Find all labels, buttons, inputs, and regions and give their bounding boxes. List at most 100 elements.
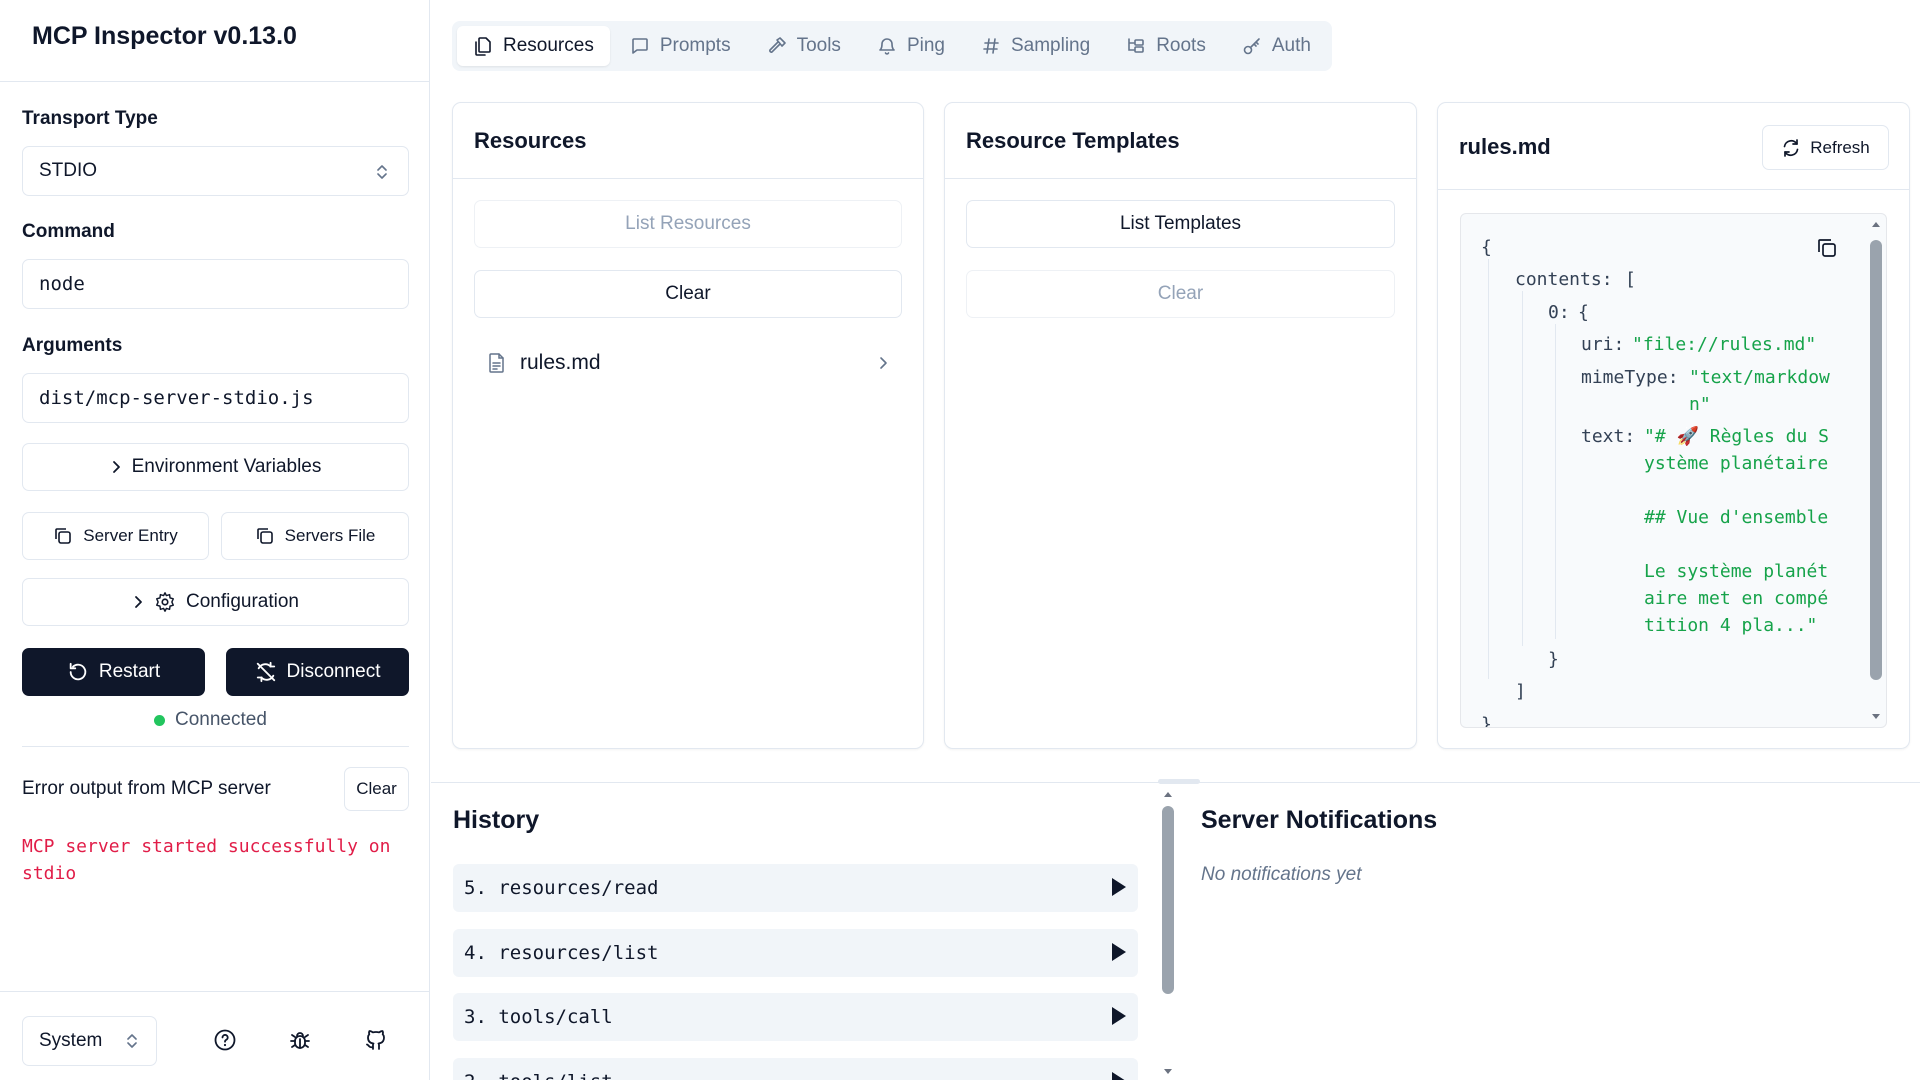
tab-ping-label: Ping [906, 35, 945, 56]
json-key-mimetype: mimeType: [1581, 367, 1679, 388]
github-icon[interactable] [364, 1028, 388, 1052]
restart-label: Restart [98, 661, 161, 682]
tab-roots[interactable]: Roots [1110, 26, 1222, 66]
copy-icon[interactable] [1816, 237, 1838, 259]
bug-icon[interactable] [288, 1028, 312, 1052]
error-output-label: Error output from MCP server [22, 778, 271, 799]
server-entry-button[interactable]: Server Entry [22, 512, 209, 560]
scroll-down-arrow-icon[interactable] [1163, 1068, 1173, 1076]
resource-templates-panel: Resource Templates List Templates Clear [944, 102, 1417, 749]
clear-resources-button[interactable]: Clear [474, 270, 902, 318]
status-dot [154, 714, 165, 726]
resources-panel: Resources List Resources Clear rules.md [452, 102, 924, 749]
json-brace: { [1578, 302, 1589, 323]
chevron-right-icon [132, 595, 144, 609]
expand-triangle-icon [1112, 1007, 1126, 1025]
tab-sampling[interactable]: Sampling [965, 26, 1106, 66]
file-copy-icon [473, 36, 493, 56]
detail-panel-title: rules.md [1459, 134, 1551, 159]
indent-guide [1555, 324, 1556, 639]
sidebar-divider [0, 81, 430, 82]
restart-button[interactable]: Restart [22, 648, 205, 696]
tab-resources-label: Resources [503, 35, 594, 56]
history-item-label: 5. resources/read [464, 877, 659, 899]
history-scrollbar[interactable] [1162, 806, 1174, 994]
command-value: node [39, 273, 85, 295]
bell-icon [877, 36, 897, 56]
json-key-uri: uri: [1581, 334, 1625, 355]
json-value-text-cont: Le système planét [1644, 561, 1829, 582]
transport-type-select[interactable]: STDIO [22, 146, 409, 196]
json-value-uri: "file://rules.md" [1632, 334, 1817, 355]
arguments-value: dist/mcp-server-stdio.js [39, 387, 314, 409]
connection-status: Connected [154, 709, 267, 731]
scroll-up-arrow-icon[interactable] [1871, 220, 1881, 228]
error-clear-button[interactable]: Clear [344, 767, 409, 811]
chevrons-up-down-icon [126, 1032, 138, 1050]
divider [1438, 189, 1909, 190]
tab-prompts[interactable]: Prompts [614, 26, 747, 66]
disconnect-button[interactable]: Disconnect [226, 648, 409, 696]
tab-ping[interactable]: Ping [861, 26, 961, 66]
server-entry-label: Server Entry [83, 526, 178, 545]
list-resources-button[interactable]: List Resources [474, 200, 902, 248]
status-text: Connected [175, 709, 267, 730]
divider [0, 991, 430, 992]
scroll-up-arrow-icon[interactable] [1163, 790, 1173, 798]
resources-panel-title: Resources [474, 128, 587, 153]
json-close-brace: } [1481, 714, 1492, 728]
resize-handle[interactable] [1158, 779, 1200, 784]
scroll-down-arrow-icon[interactable] [1871, 713, 1881, 721]
copy-icon [255, 526, 275, 546]
json-open-brace: { [1481, 237, 1492, 258]
transport-type-value: STDIO [39, 160, 98, 181]
json-bracket: ] [1515, 681, 1526, 702]
theme-select[interactable]: System [22, 1016, 157, 1066]
resource-list-item[interactable]: rules.md [474, 339, 902, 387]
tab-auth-label: Auth [1271, 35, 1311, 56]
refresh-button[interactable]: Refresh [1762, 125, 1889, 170]
arguments-input[interactable]: dist/mcp-server-stdio.js [22, 373, 409, 423]
servers-file-button[interactable]: Servers File [221, 512, 409, 560]
environment-variables-label: Environment Variables [131, 456, 322, 477]
expand-triangle-icon [1112, 878, 1126, 896]
history-item[interactable]: 5. resources/read [453, 864, 1138, 912]
folder-tree-icon [1126, 36, 1146, 56]
arguments-label: Arguments [22, 335, 123, 356]
command-label: Command [22, 221, 115, 242]
app-title: MCP Inspector v0.13.0 [32, 22, 297, 50]
resource-name: rules.md [520, 351, 601, 374]
configuration-label: Configuration [185, 591, 300, 612]
json-scrollbar[interactable] [1870, 240, 1882, 680]
json-value-mimetype-cont: n" [1689, 394, 1711, 415]
hammer-icon [767, 36, 787, 56]
json-value-mimetype: "text/markdow [1689, 367, 1830, 388]
history-title: History [453, 806, 540, 834]
command-input[interactable]: node [22, 259, 409, 309]
tab-resources[interactable]: Resources [457, 26, 610, 66]
json-value-text-cont: aire met en compé [1644, 588, 1829, 609]
tab-tools-label: Tools [796, 35, 841, 56]
file-text-icon [487, 352, 507, 374]
history-item[interactable]: 4. resources/list [453, 929, 1138, 977]
servers-file-label: Servers File [284, 526, 376, 545]
help-circle-icon[interactable] [213, 1028, 237, 1052]
json-bracket: [ [1625, 269, 1636, 290]
notifications-empty-text: No notifications yet [1201, 864, 1362, 885]
configuration-button[interactable]: Configuration [22, 578, 409, 626]
history-item[interactable]: 2. tools/list [453, 1058, 1138, 1080]
json-viewer: { contents: [ 0: { uri: "file://rules.md… [1460, 213, 1887, 728]
expand-triangle-icon [1112, 1072, 1126, 1080]
tab-auth[interactable]: Auth [1226, 26, 1327, 66]
json-key-contents: contents: [1515, 269, 1613, 290]
history-item[interactable]: 3. tools/call [453, 993, 1138, 1041]
list-templates-button[interactable]: List Templates [966, 200, 1395, 248]
tab-tools[interactable]: Tools [751, 26, 857, 66]
copy-icon [53, 526, 73, 546]
environment-variables-button[interactable]: Environment Variables [22, 443, 409, 491]
templates-panel-title: Resource Templates [966, 128, 1180, 153]
indent-guide [1522, 291, 1523, 646]
clear-templates-button[interactable]: Clear [966, 270, 1395, 318]
tab-roots-label: Roots [1156, 35, 1206, 56]
transport-type-label: Transport Type [22, 108, 158, 129]
